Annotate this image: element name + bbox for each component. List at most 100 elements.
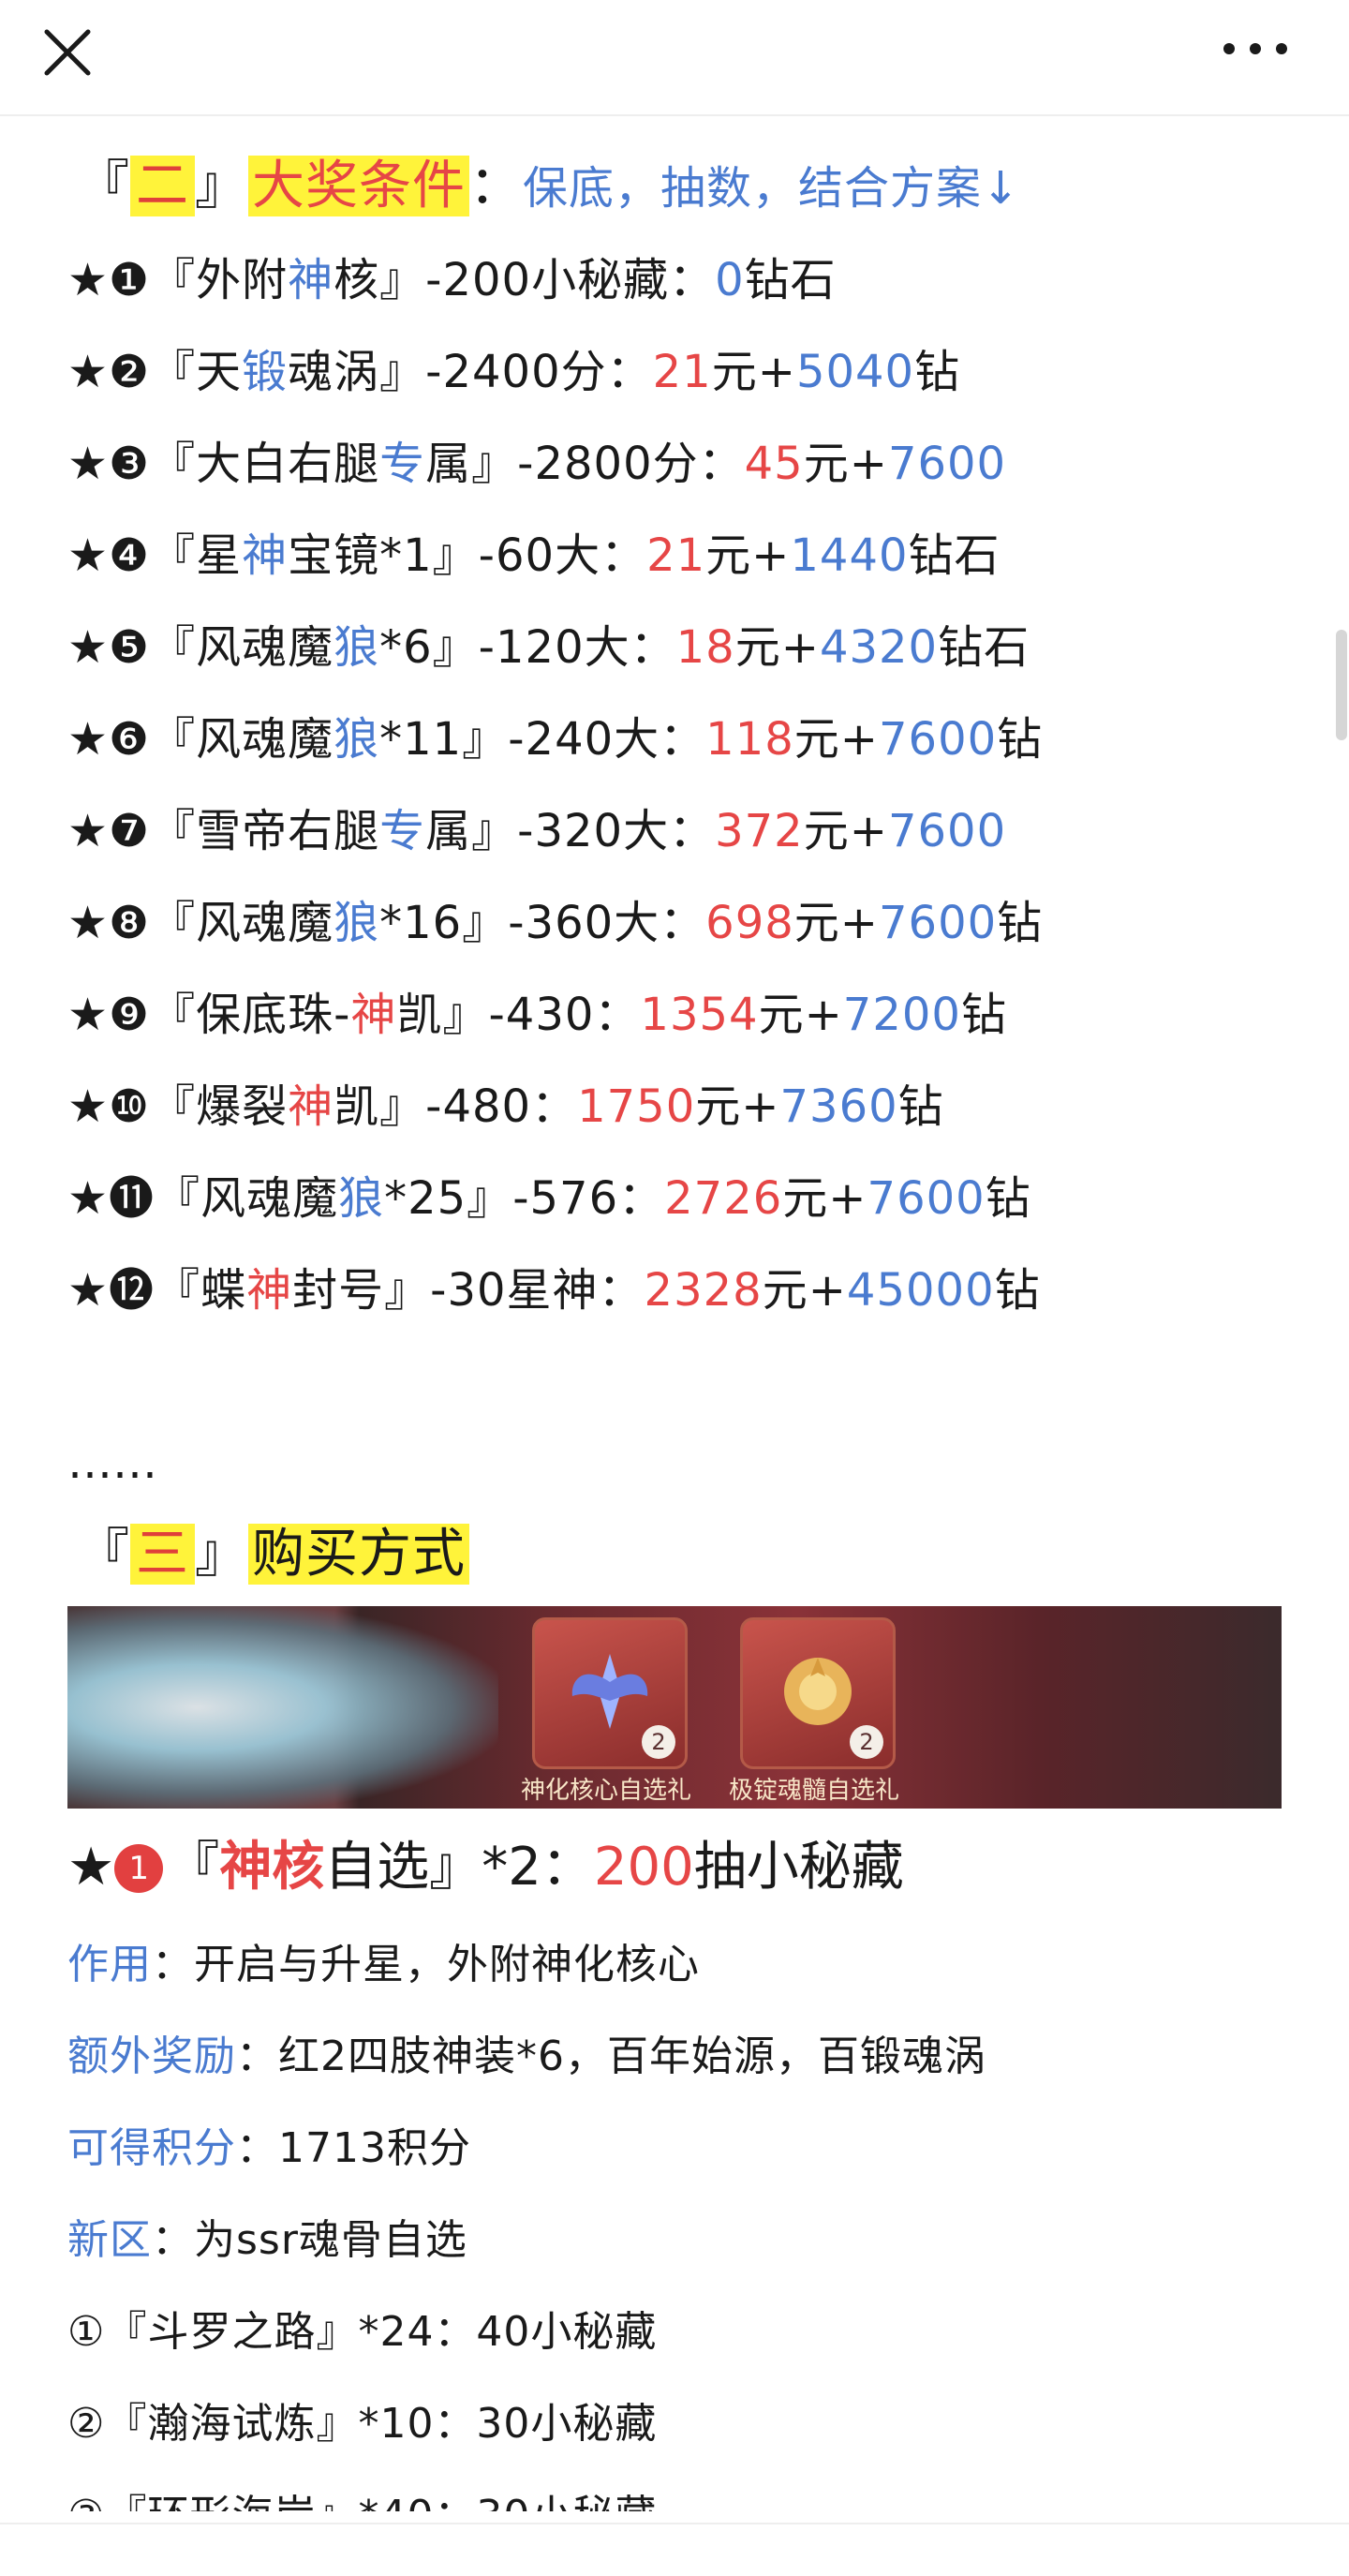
bracket-open: 『	[167, 1837, 220, 1898]
row-unit: 钻	[960, 989, 1007, 1041]
row-name-highlight: 神	[246, 1264, 293, 1317]
bracket-open: 『	[155, 1172, 201, 1225]
gift-core-label: 神化核心自选礼	[521, 1777, 692, 1805]
row-price: 698	[705, 897, 794, 949]
row-name: 风魂魔	[196, 713, 334, 766]
bracket-open: 『	[150, 897, 197, 949]
detail-label: 作用	[67, 1941, 152, 1988]
detail-separator: ：	[152, 2216, 194, 2264]
row-name-rest: 宝镜*1	[288, 529, 433, 582]
bottom-toolbar	[0, 2523, 1349, 2576]
row-plus: 元+	[734, 621, 820, 674]
row-gems: 7600	[879, 713, 998, 766]
item-name: 神核	[219, 1837, 325, 1898]
section2-number: 二	[130, 156, 195, 216]
prize-row: ★⓬『蝶神封号』-30星神：2328元+45000钻	[67, 1244, 1295, 1336]
row-name: 天	[196, 346, 243, 398]
detail-separator: ：	[236, 2033, 278, 2080]
row-name-rest: *6	[379, 621, 433, 674]
top-bar	[0, 0, 1349, 116]
item-sources: ①『斗罗之路』*24：40小秘藏 ②『瀚海试炼』*10：30小秘藏 ③『环形海岸』*…	[67, 2286, 1295, 2511]
row-unit: 钻	[897, 1080, 944, 1133]
row-name: 风魂魔	[196, 621, 334, 674]
row-name: 风魂魔	[200, 1172, 339, 1225]
row-name-highlight: 神	[350, 989, 397, 1041]
more-icon[interactable]	[1216, 21, 1295, 77]
gift-marrow-label: 极锭魂髓自选礼	[729, 1777, 900, 1805]
bracket-close: 』	[384, 1264, 431, 1317]
section2-subtitle: 保底，抽数，结合方案↓	[523, 162, 1021, 215]
row-name-highlight: 狼	[334, 621, 380, 674]
detail-label: 可得积分	[67, 2124, 236, 2172]
detail-row: 新区：为ssr魂骨自选	[67, 2195, 1295, 2286]
row-plus: 元+	[793, 713, 880, 766]
detail-separator: ：	[236, 2124, 278, 2172]
row-name-rest: 凯	[396, 989, 443, 1041]
row-plus: 元+	[803, 805, 888, 857]
row-gems: 0	[715, 254, 745, 306]
row-name-highlight: 狼	[334, 713, 380, 766]
row-name-rest: 属	[425, 438, 472, 490]
scrollbar-thumb[interactable]	[1336, 630, 1347, 740]
row-name: 雪帝右腿	[196, 805, 380, 857]
row-plus: 元+	[695, 1080, 780, 1133]
bracket-close: 』	[467, 1172, 513, 1225]
prize-row: ★❽『风魂魔狼*16』-360大：698元+7600钻	[67, 877, 1295, 969]
bracket-close: 』	[195, 1524, 248, 1585]
row-gems: 7200	[842, 989, 961, 1041]
prize-row: ★❼『雪帝右腿专属』-320大：372元+7600	[67, 785, 1295, 877]
source-row: ③『环形海岸』*40：30小秘藏	[67, 2470, 1295, 2511]
detail-text: 为ssr魂骨自选	[194, 2216, 467, 2264]
ellipsis: ……	[67, 1437, 157, 1489]
prize-row: ★⓫『风魂魔狼*25』-576：2726元+7600钻	[67, 1153, 1295, 1244]
row-name: 风魂魔	[196, 897, 334, 949]
row-number: ★❺	[67, 621, 151, 674]
item-count: 200	[593, 1837, 694, 1898]
bracket-close: 』	[471, 438, 518, 490]
row-plus: 元+	[762, 1264, 847, 1317]
star-icon: ★	[67, 1837, 115, 1898]
section2-title: 大奖条件	[248, 156, 469, 216]
row-name-rest: 魂涡	[288, 346, 380, 398]
bracket-close: 』	[462, 713, 509, 766]
row-name-highlight: 专	[379, 438, 426, 490]
row-condition: -430：	[488, 989, 641, 1041]
row-price: 45	[744, 438, 804, 490]
section3-heading: 『三』购买方式	[67, 1509, 1295, 1601]
bracket-close: 』	[471, 805, 518, 857]
prize-row: ★❿『爆裂神凯』-480：1750元+7360钻	[67, 1061, 1295, 1153]
row-price: 1354	[640, 989, 759, 1041]
detail-row: 可得积分：1713积分	[67, 2103, 1295, 2195]
row-condition: -120大：	[478, 621, 676, 674]
close-icon[interactable]	[34, 19, 101, 86]
prize-row: ★❹『星神宝镜*1』-60大：21元+1440钻石	[67, 510, 1295, 602]
bracket-open: 『	[150, 254, 197, 306]
row-unit: 钻	[997, 713, 1044, 766]
row-condition: -30星神：	[430, 1264, 645, 1317]
bracket-open: 『	[150, 989, 197, 1041]
prize-row: ★❺『风魂魔狼*6』-120大：18元+4320钻石	[67, 602, 1295, 693]
prize-row: ★❷『天锻魂涡』-2400分：21元+5040钻	[67, 326, 1295, 418]
bracket-close: 』	[379, 346, 426, 398]
row-condition: -360大：	[508, 897, 706, 949]
gift-marrow-count: 2	[850, 1725, 883, 1759]
row-condition: -320大：	[517, 805, 716, 857]
bracket-close: 』	[195, 156, 248, 216]
detail-row: 作用：开启与升星，外附神化核心	[67, 1919, 1295, 2011]
row-gems: 5040	[795, 346, 915, 398]
row-number: ★❹	[67, 529, 151, 582]
row-plus: 元+	[711, 346, 796, 398]
row-name-rest: *16	[379, 897, 463, 949]
source-row: ①『斗罗之路』*24：40小秘藏	[67, 2308, 658, 2356]
row-name-highlight: 专	[379, 805, 426, 857]
source-row: ②『瀚海试炼』*10：30小秘藏	[67, 2400, 658, 2448]
row-name: 蝶	[200, 1264, 247, 1317]
row-price: 21	[646, 529, 706, 582]
article-content: 『二』大奖条件：保底，抽数，结合方案↓ ★❶『外附神核』-200小秘藏：0钻石 ★…	[67, 141, 1295, 2511]
row-price: 118	[705, 713, 794, 766]
prize-row: ★❸『大白右腿专属』-2800分：45元+7600	[67, 418, 1295, 510]
row-unit: 钻	[997, 897, 1044, 949]
detail-label: 新区	[67, 2216, 152, 2264]
row-number: ★⓬	[67, 1264, 156, 1317]
row-number: ★❼	[67, 805, 151, 857]
